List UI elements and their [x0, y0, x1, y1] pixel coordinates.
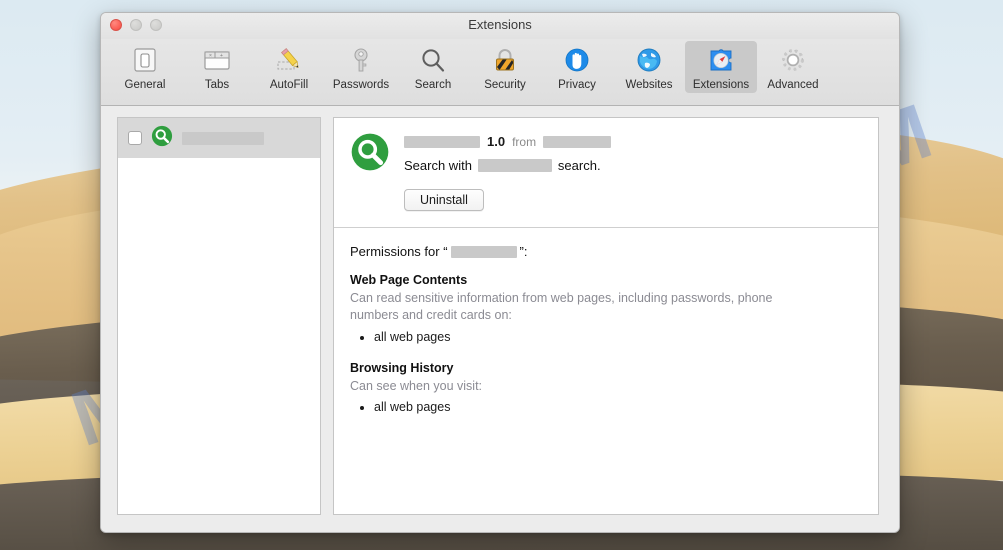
tab-advanced-label: Advanced — [767, 79, 819, 91]
tab-passwords[interactable]: Passwords — [325, 41, 397, 93]
tab-privacy-label: Privacy — [558, 79, 596, 91]
description-name-redacted — [477, 159, 552, 172]
permission-body: Can see when you visit: — [350, 378, 483, 393]
preferences-content: 1.0 from Search with search. Uninstall P… — [101, 106, 899, 532]
permission-item: all web pages — [374, 330, 860, 344]
tabs-icon: × + — [181, 44, 253, 78]
tab-autofill[interactable]: AutoFill — [253, 41, 325, 93]
extension-author-redacted — [543, 135, 612, 148]
permissions-title-prefix: Permissions for “ — [350, 244, 448, 259]
permission-items: all web pages — [374, 400, 860, 414]
svg-text:×: × — [209, 53, 212, 59]
permission-item: all web pages — [374, 400, 860, 414]
permissions-title: Permissions for “ ”: — [350, 244, 860, 259]
permissions-section: Permissions for “ ”: Web Page Contents C… — [334, 228, 878, 514]
permission-body: Can read sensitive information from web … — [350, 291, 773, 323]
list-item[interactable] — [118, 118, 320, 158]
privacy-icon — [541, 44, 613, 78]
green-magnifier-icon — [350, 132, 390, 211]
window-titlebar: Extensions — [101, 13, 899, 39]
permission-group: Browsing History Can see when you visit:… — [350, 361, 860, 414]
from-label: from — [512, 134, 537, 149]
passwords-icon — [325, 44, 397, 78]
extension-name-redacted — [182, 131, 264, 145]
uninstall-button[interactable]: Uninstall — [404, 189, 484, 211]
extension-detail-pane: 1.0 from Search with search. Uninstall P… — [333, 117, 879, 515]
autofill-icon — [253, 44, 325, 78]
tab-extensions-label: Extensions — [692, 79, 750, 91]
desktop-wallpaper: MYANTISPYWARE.COM Extensions General — [0, 0, 1003, 550]
permission-items: all web pages — [374, 330, 860, 344]
extensions-icon — [685, 44, 757, 78]
green-magnifier-icon — [151, 125, 173, 152]
tab-passwords-label: Passwords — [332, 79, 390, 91]
tab-security-label: Security — [484, 79, 526, 91]
tab-extensions[interactable]: Extensions — [685, 41, 757, 93]
window-title: Extensions — [468, 17, 532, 32]
preferences-toolbar: General × + Tabs AutoFill Passwords Sear… — [101, 39, 899, 106]
svg-text:+: + — [220, 53, 223, 59]
extension-header: 1.0 from Search with search. Uninstall — [334, 118, 878, 228]
preferences-window: Extensions General × + Tabs AutoFill Pas… — [100, 12, 900, 533]
extension-description: Search with search. — [404, 158, 862, 173]
extension-title-row: 1.0 from — [404, 134, 862, 149]
advanced-icon — [757, 44, 829, 78]
permission-group: Web Page Contents Can read sensitive inf… — [350, 273, 860, 344]
extension-enable-checkbox[interactable] — [128, 131, 142, 145]
permissions-name-redacted — [450, 245, 517, 258]
websites-icon — [613, 44, 685, 78]
tab-search-label: Search — [414, 79, 452, 91]
permissions-title-suffix: ”: — [519, 244, 528, 259]
description-suffix: search. — [557, 158, 601, 173]
tab-advanced[interactable]: Advanced — [757, 41, 829, 93]
extension-name-redacted — [404, 135, 480, 148]
tab-autofill-label: AutoFill — [269, 79, 309, 91]
tab-security[interactable]: Security — [469, 41, 541, 93]
tab-privacy[interactable]: Privacy — [541, 41, 613, 93]
tab-tabs-label: Tabs — [204, 79, 230, 91]
tab-search[interactable]: Search — [397, 41, 469, 93]
extensions-list[interactable] — [117, 117, 321, 515]
tab-tabs[interactable]: × + Tabs — [181, 41, 253, 93]
permission-heading: Web Page Contents — [350, 273, 468, 287]
permission-heading: Browsing History — [350, 360, 454, 375]
search-icon — [397, 44, 469, 78]
tab-websites-label: Websites — [625, 79, 673, 91]
tab-general[interactable]: General — [109, 41, 181, 93]
tab-websites[interactable]: Websites — [613, 41, 685, 93]
description-prefix: Search with — [404, 158, 472, 173]
tab-general-label: General — [124, 79, 166, 91]
security-icon — [469, 44, 541, 78]
general-icon — [109, 44, 181, 78]
extension-version: 1.0 — [487, 134, 506, 149]
